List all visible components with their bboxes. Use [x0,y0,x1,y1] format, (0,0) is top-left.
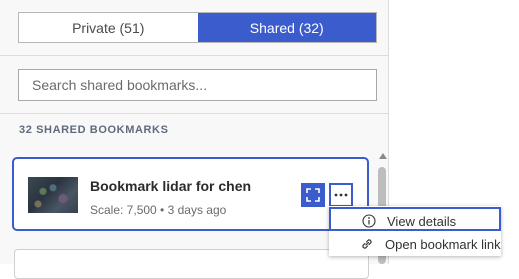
tab-shared[interactable]: Shared (32) [197,13,376,42]
more-options-icon [334,193,348,197]
link-icon [362,239,372,249]
zoom-to-button[interactable] [301,183,325,207]
divider [0,113,388,114]
bookmark-card[interactable] [14,249,369,279]
bookmark-card[interactable]: Bookmark lidar for chen Scale: 7,500 • 3… [12,157,369,231]
menu-item-view-details[interactable]: View details [329,207,501,231]
bookmark-context-menu: View details Open bookmark link [329,206,501,256]
info-icon [362,214,376,228]
section-title: 32 SHARED BOOKMARKS [19,124,169,136]
bookmark-thumbnail [28,177,78,213]
menu-item-label: View details [387,214,457,229]
tab-private[interactable]: Private (51) [19,13,198,42]
bookmark-title: Bookmark lidar for chen [90,178,252,194]
menu-item-label: Open bookmark link [385,237,501,252]
more-options-button[interactable] [329,183,353,207]
bookmark-scope-toggle: Private (51) Shared (32) [18,12,377,43]
menu-item-open-link[interactable]: Open bookmark link [329,232,501,256]
zoom-to-icon [306,188,320,202]
divider [0,55,388,56]
search-input[interactable] [18,69,377,101]
bookmark-meta: Scale: 7,500 • 3 days ago [90,203,227,217]
scroll-up-arrow-icon[interactable] [379,153,387,159]
